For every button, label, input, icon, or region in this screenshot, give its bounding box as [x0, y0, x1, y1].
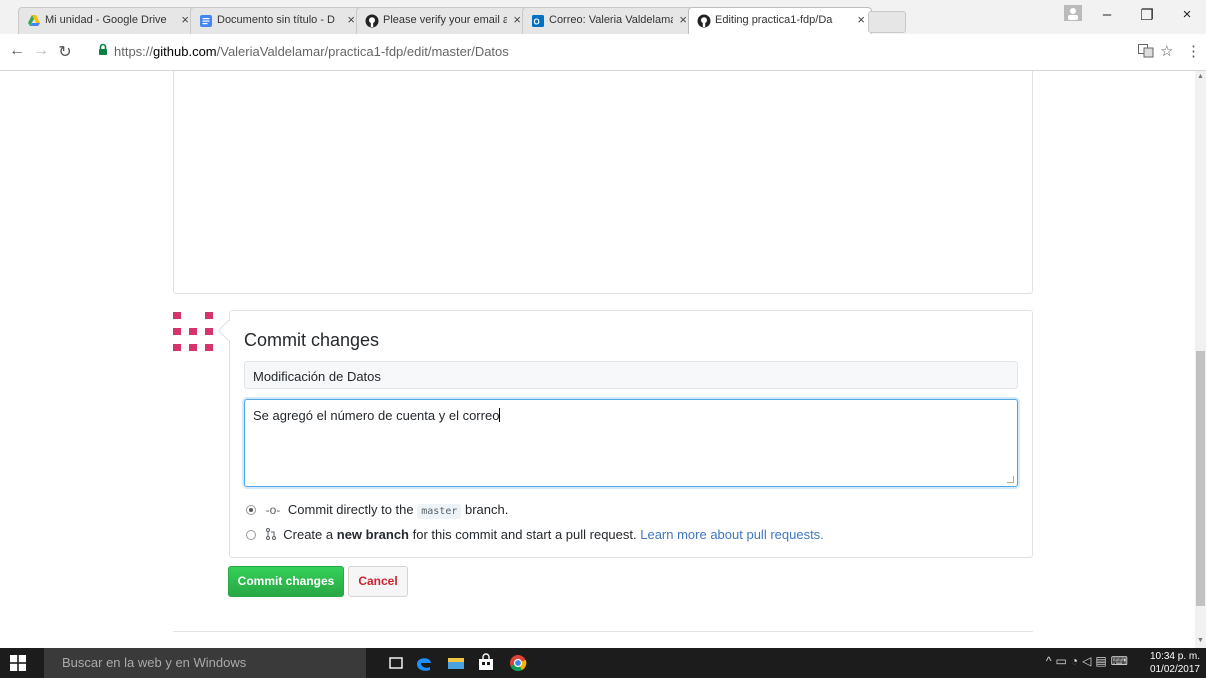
scroll-down-icon[interactable]: ▼: [1197, 637, 1204, 644]
system-tray[interactable]: ^▭◔◁▤⌨: [1046, 654, 1132, 668]
restore-icon[interactable]: ❐: [1132, 6, 1162, 24]
tab-google-docs[interactable]: Documento sin título - D ×: [190, 7, 362, 34]
scroll-up-icon[interactable]: ▲: [1197, 73, 1204, 80]
clock-time: 10:34 p. m.: [1149, 651, 1200, 662]
task-view-icon[interactable]: [386, 653, 406, 673]
tray-chevron-icon[interactable]: ^: [1046, 654, 1056, 668]
svg-text:O: O: [534, 18, 540, 27]
tab-google-drive[interactable]: Mi unidad - Google Drive ×: [18, 7, 196, 34]
file-explorer-icon[interactable]: [446, 653, 466, 673]
google-drive-icon: [28, 15, 40, 26]
branch-name-badge: master: [417, 504, 462, 519]
scrollbar-thumb[interactable]: [1196, 351, 1205, 606]
notifications-icon[interactable]: ▤: [1095, 654, 1110, 668]
url-scheme: https://: [114, 44, 154, 59]
windows-taskbar: Buscar en la web y en Windows ^▭◔◁▤⌨ 10:…: [0, 648, 1206, 678]
github-icon: [365, 14, 379, 28]
commit-direct-radio[interactable]: [246, 505, 256, 515]
commit-changes-button[interactable]: Commit changes: [228, 566, 344, 597]
description-text: Se agregó el número de cuenta y el corre…: [253, 408, 500, 423]
url-text: https://github.com/ValeriaValdelamar/pra…: [114, 44, 509, 59]
file-editor-area[interactable]: [173, 71, 1033, 294]
profile-icon[interactable]: [1064, 5, 1082, 21]
windows-start-icon[interactable]: [10, 655, 26, 671]
tab-github-verify[interactable]: Please verify your email a ×: [356, 7, 528, 34]
address-bar[interactable]: https://github.com/ValeriaValdelamar/pra…: [88, 40, 1128, 62]
tab-close-icon[interactable]: ×: [857, 12, 865, 28]
option-new-prefix: Create a: [283, 527, 334, 542]
option-new-bold: new branch: [336, 527, 409, 542]
option-new-suffix: for this commit and start a pull request…: [412, 527, 637, 542]
user-avatar: [173, 312, 213, 351]
outlook-icon: O: [532, 15, 544, 27]
tab-close-icon[interactable]: ×: [513, 12, 521, 28]
clock-date: 01/02/2017: [1149, 664, 1200, 675]
resize-grip-icon[interactable]: [1007, 476, 1014, 483]
tab-close-icon[interactable]: ×: [347, 12, 355, 28]
wifi-icon[interactable]: ◔: [1071, 654, 1082, 668]
footer-divider: [173, 631, 1033, 632]
learn-more-pull-requests-link[interactable]: Learn more about pull requests.: [640, 527, 824, 542]
commit-description-textarea[interactable]: Se agregó el número de cuenta y el corre…: [244, 399, 1018, 487]
lock-icon: [99, 43, 107, 55]
tab-outlook[interactable]: O Correo: Valeria Valdelama ×: [522, 7, 694, 34]
tab-title: Mi unidad - Google Drive: [45, 14, 167, 26]
tab-title: Documento sin título - D: [217, 14, 335, 26]
battery-icon[interactable]: ▭: [1056, 654, 1071, 668]
github-icon: [697, 14, 711, 28]
menu-kebab-icon[interactable]: ⋮: [1186, 42, 1201, 60]
cancel-button[interactable]: Cancel: [348, 566, 408, 597]
url-host: github.com: [153, 44, 217, 59]
url-path: /ValeriaValdelamar/practica1-fdp/edit/ma…: [216, 44, 509, 59]
commit-direct-option[interactable]: -o- Commit directly to the master branch…: [246, 502, 509, 519]
git-commit-icon: -o-: [265, 503, 281, 517]
commit-new-branch-option[interactable]: Create a new branch for this commit and …: [246, 527, 824, 542]
volume-icon[interactable]: ◁: [1082, 654, 1095, 668]
keyboard-icon[interactable]: ⌨: [1111, 654, 1132, 668]
browser-tab-strip: Mi unidad - Google Drive × Documento sin…: [0, 0, 1206, 34]
commit-form-title: Commit changes: [244, 330, 380, 350]
translate-icon[interactable]: [1138, 44, 1154, 58]
commit-form: Commit changes Modificación de Datos Se …: [229, 310, 1033, 558]
text-caret: [499, 408, 501, 422]
option-direct-suffix: branch.: [465, 502, 509, 517]
reload-icon[interactable]: ↻: [56, 42, 74, 62]
pull-request-icon: [265, 528, 276, 540]
taskbar-clock[interactable]: 10:34 p. m. 01/02/2017: [1150, 650, 1200, 676]
tab-title: Editing practica1-fdp/Da: [715, 14, 833, 26]
tab-title: Please verify your email a: [383, 14, 507, 26]
close-window-icon[interactable]: ×: [1172, 6, 1202, 23]
new-tab-button[interactable]: [868, 11, 906, 33]
browser-toolbar: ← → ↻ https://github.com/ValeriaValdelam…: [0, 34, 1206, 71]
forward-arrow-icon[interactable]: →: [32, 42, 50, 60]
tab-github-editing[interactable]: Editing practica1-fdp/Da ×: [688, 7, 872, 34]
edge-browser-icon[interactable]: [414, 653, 434, 673]
minimize-icon[interactable]: –: [1092, 6, 1122, 23]
bookmark-star-icon[interactable]: ☆: [1160, 42, 1173, 60]
tab-close-icon[interactable]: ×: [181, 12, 189, 28]
commit-summary-input[interactable]: Modificación de Datos: [244, 361, 1018, 389]
taskbar-search-input[interactable]: Buscar en la web y en Windows: [44, 648, 366, 678]
new-branch-radio[interactable]: [246, 530, 256, 540]
store-icon[interactable]: [476, 653, 496, 673]
tab-title: Correo: Valeria Valdelama: [549, 14, 673, 26]
option-direct-text: Commit directly to the: [287, 502, 414, 517]
back-arrow-icon[interactable]: ←: [8, 42, 26, 60]
chrome-icon[interactable]: [508, 653, 528, 673]
page-scrollbar[interactable]: ▲ ▼: [1195, 71, 1206, 648]
tab-close-icon[interactable]: ×: [679, 12, 687, 28]
google-docs-icon: [200, 15, 212, 27]
page-viewport: Commit changes Modificación de Datos Se …: [0, 71, 1195, 648]
